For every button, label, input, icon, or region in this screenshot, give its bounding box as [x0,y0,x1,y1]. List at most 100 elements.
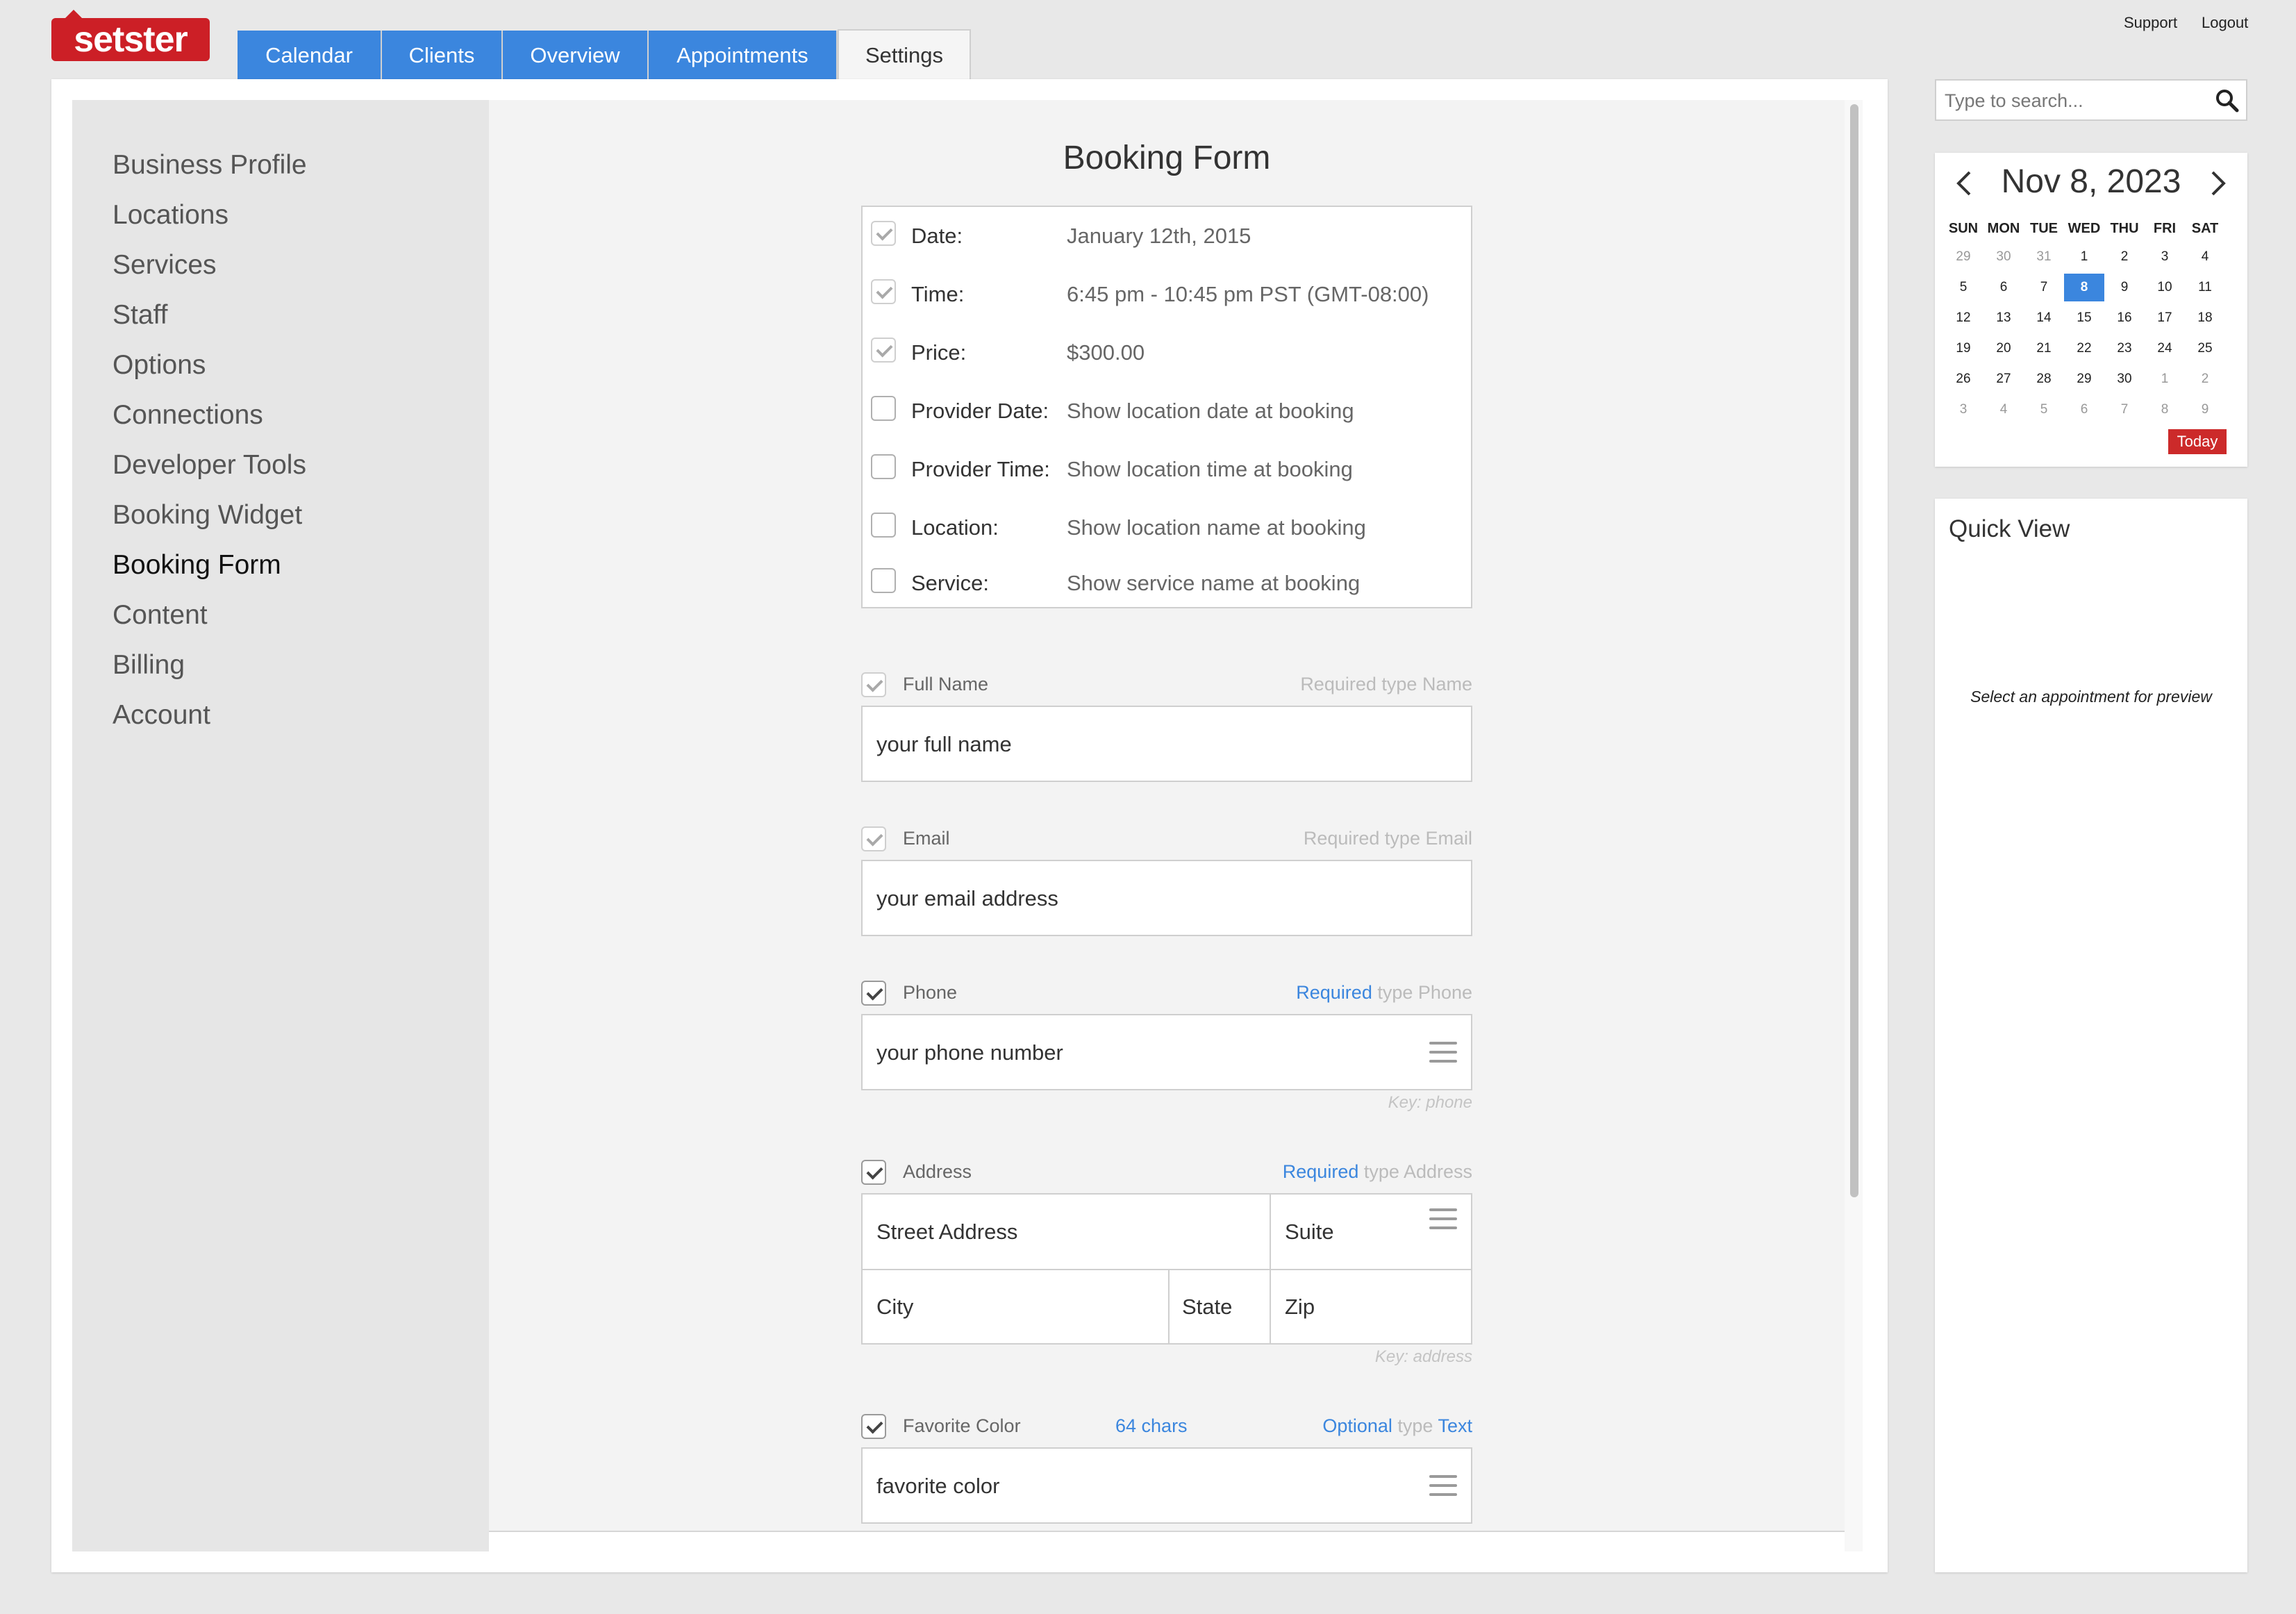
address-field[interactable]: Street Address Suite City State Zip [861,1193,1472,1345]
scrollbar-thumb[interactable] [1850,104,1858,1197]
tab-settings[interactable]: Settings [838,29,971,79]
calendar-day[interactable]: 8 [2064,274,2104,301]
sidebar-item-services[interactable]: Services [113,250,217,281]
location-checkbox[interactable] [871,513,896,538]
full-name-checkbox[interactable] [861,672,886,697]
calendar-day[interactable]: 30 [1983,243,2024,271]
city-input[interactable]: City [876,1295,913,1320]
calendar-day[interactable]: 24 [2145,335,2185,363]
char-limit-label[interactable]: 64 chars [1115,1415,1188,1437]
calendar-day[interactable]: 8 [2145,396,2185,424]
calendar-day[interactable]: 2 [2185,365,2225,393]
calendar-day[interactable]: 2 [2104,243,2145,271]
calendar-day[interactable]: 7 [2024,274,2064,301]
sidebar-item-locations[interactable]: Locations [113,200,228,231]
calendar-day[interactable]: 9 [2185,396,2225,424]
sidebar-item-connections[interactable]: Connections [113,400,263,431]
provider-date-checkbox[interactable] [871,396,896,421]
calendar-day[interactable]: 16 [2104,304,2145,332]
state-input[interactable]: State [1182,1295,1232,1320]
calendar-day[interactable]: 30 [2104,365,2145,393]
service-checkbox[interactable] [871,568,896,593]
phone-field[interactable]: your phone number [861,1014,1472,1090]
calendar-day[interactable]: 15 [2064,304,2104,332]
calendar-day[interactable]: 22 [2064,335,2104,363]
calendar-day[interactable]: 7 [2104,396,2145,424]
sidebar-item-booking-form[interactable]: Booking Form [113,550,281,581]
support-link[interactable]: Support [2124,14,2177,32]
calendar-day[interactable]: 27 [1983,365,2024,393]
calendar-day[interactable]: 4 [2185,243,2225,271]
today-button[interactable]: Today [2168,429,2227,454]
suite-input[interactable]: Suite [1285,1220,1334,1245]
calendar-day[interactable]: 21 [2024,335,2064,363]
favorite-color-checkbox[interactable] [861,1414,886,1439]
sidebar-item-staff[interactable]: Staff [113,300,168,331]
calendar-day[interactable]: 6 [2064,396,2104,424]
calendar-day[interactable]: 25 [2185,335,2225,363]
sidebar-item-booking-widget[interactable]: Booking Widget [113,500,302,531]
calendar-day[interactable]: 29 [2064,365,2104,393]
time-checkbox[interactable] [871,279,896,304]
calendar-day[interactable]: 20 [1983,335,2024,363]
calendar-day[interactable]: 1 [2064,243,2104,271]
full-name-field[interactable]: your full name [861,706,1472,782]
price-checkbox[interactable] [871,338,896,363]
phone-checkbox[interactable] [861,981,886,1006]
sidebar-item-account[interactable]: Account [113,700,210,731]
calendar-day[interactable]: 3 [1943,396,1983,424]
search-icon[interactable] [2215,89,2239,113]
calendar-day[interactable]: 31 [2024,243,2064,271]
calendar-day[interactable]: 6 [1983,274,2024,301]
calendar-day[interactable]: 5 [1943,274,1983,301]
zip-input[interactable]: Zip [1285,1295,1315,1320]
address-checkbox[interactable] [861,1160,886,1185]
email-field[interactable]: your email address [861,860,1472,936]
calendar-day[interactable]: 11 [2185,274,2225,301]
sidebar-item-options[interactable]: Options [113,350,206,381]
setster-logo[interactable]: setster [51,10,210,63]
chevron-left-icon[interactable] [1953,169,1977,197]
calendar-day[interactable]: 5 [2024,396,2064,424]
sidebar-item-billing[interactable]: Billing [113,650,185,681]
drag-handle-icon[interactable] [1429,1208,1457,1229]
summary-value: Show location date at booking [1067,399,1354,423]
calendar-day[interactable]: 9 [2104,274,2145,301]
tab-appointments[interactable]: Appointments [649,31,838,79]
date-checkbox[interactable] [871,221,896,246]
tab-clients[interactable]: Clients [382,31,503,79]
calendar-day[interactable]: 23 [2104,335,2145,363]
tab-calendar[interactable]: Calendar [238,31,382,79]
calendar-day[interactable]: 26 [1943,365,1983,393]
favorite-color-field[interactable]: favorite color [861,1447,1472,1524]
logout-link[interactable]: Logout [2202,14,2248,32]
calendar-day[interactable]: 28 [2024,365,2064,393]
calendar-day[interactable]: 29 [1943,243,1983,271]
calendar-day[interactable]: 4 [1983,396,2024,424]
calendar-day[interactable]: 10 [2145,274,2185,301]
drag-handle-icon[interactable] [1429,1475,1457,1496]
drag-handle-icon[interactable] [1429,1042,1457,1063]
calendar-day[interactable]: 1 [2145,365,2185,393]
search-input[interactable] [1943,81,2203,121]
tab-overview[interactable]: Overview [503,31,649,79]
type-value: Phone [1417,982,1472,1003]
calendar-weekday: SAT [2191,221,2219,236]
provider-time-checkbox[interactable] [871,454,896,479]
calendar-day[interactable]: 3 [2145,243,2185,271]
calendar-day[interactable]: 13 [1983,304,2024,332]
calendar-day[interactable]: 14 [2024,304,2064,332]
optional-label: Optional [1322,1415,1392,1436]
sidebar-item-content[interactable]: Content [113,600,208,631]
calendar-day[interactable]: 17 [2145,304,2185,332]
calendar-day[interactable]: 18 [2185,304,2225,332]
chevron-right-icon[interactable] [2206,169,2229,197]
summary-row-provider-time: Provider Time: Show location time at boo… [863,446,1471,488]
sidebar-item-developer-tools[interactable]: Developer Tools [113,450,306,481]
required-label: Required [1282,1161,1359,1182]
street-address-input[interactable]: Street Address [876,1220,1017,1245]
calendar-day[interactable]: 12 [1943,304,1983,332]
calendar-day[interactable]: 19 [1943,335,1983,363]
email-checkbox[interactable] [861,826,886,851]
sidebar-item-business-profile[interactable]: Business Profile [113,150,307,181]
